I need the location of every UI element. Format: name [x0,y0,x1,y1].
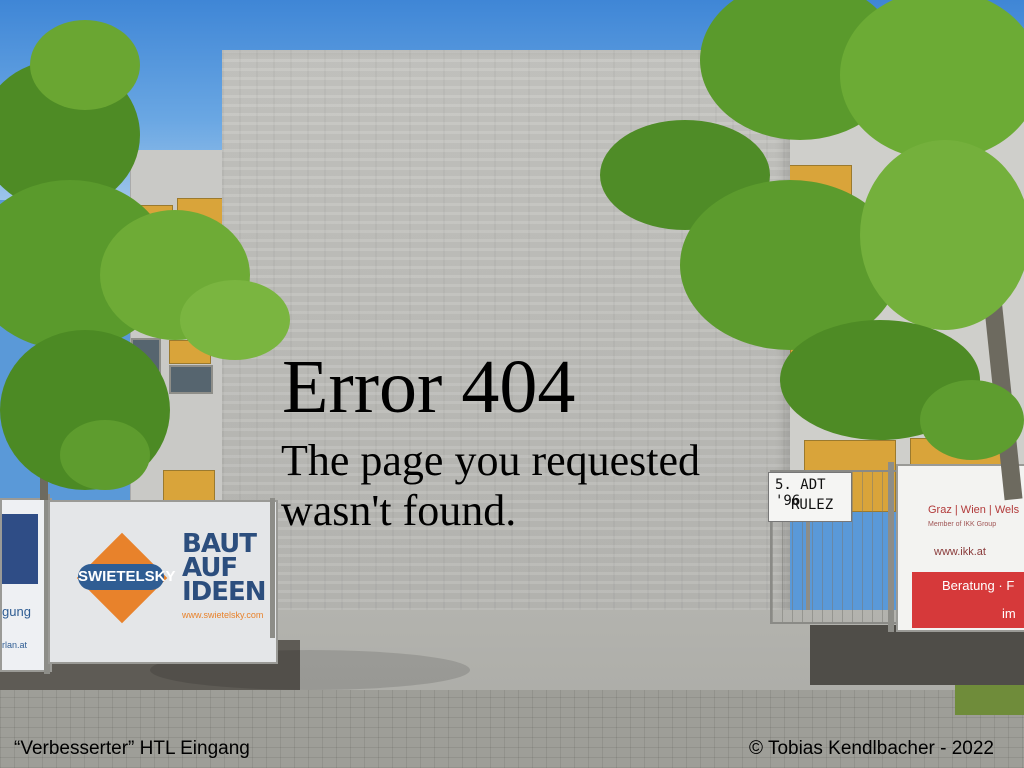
ikk-red-block: Beratung · F im [912,572,1024,628]
window [169,365,213,394]
grass-patch [955,685,1024,715]
fence-post [270,498,275,638]
foliage [30,20,140,110]
photo-credit: © Tobias Kendlbacher - 2022 [749,738,994,759]
swietelsky-url: www.swietelsky.com [182,610,264,620]
far-left-banner-url: rlan.at [2,640,28,650]
photo-caption: “Verbesserter” HTL Eingang [14,738,250,759]
ikk-red-text-2: im [1002,606,1016,621]
ikk-group: Member of IKK Group [928,521,997,528]
ikk-red-text: Beratung · F [942,578,1015,593]
swietelsky-logo: SWIETELSKY [78,564,176,590]
error-message: The page you requested wasn't found. [281,436,701,535]
foliage [60,420,150,490]
foliage [860,140,1024,330]
slogan-line-3: IDEEN [182,577,267,607]
gravel-bed-right [810,625,1024,685]
far-left-banner-text: gung [2,604,31,619]
foliage [920,380,1024,460]
swietelsky-banner: SWIETELSKY BAUT AUF IDEEN www.swietelsky… [48,500,278,664]
fence-post [888,462,894,632]
ikk-cities: Graz | Wien | Wels [928,504,1020,516]
far-left-banner-graphic [2,514,38,584]
error-title: Error 404 [282,345,576,429]
foliage [180,280,290,360]
window-blind [163,470,215,502]
ikk-url: www.ikk.at [934,546,986,558]
